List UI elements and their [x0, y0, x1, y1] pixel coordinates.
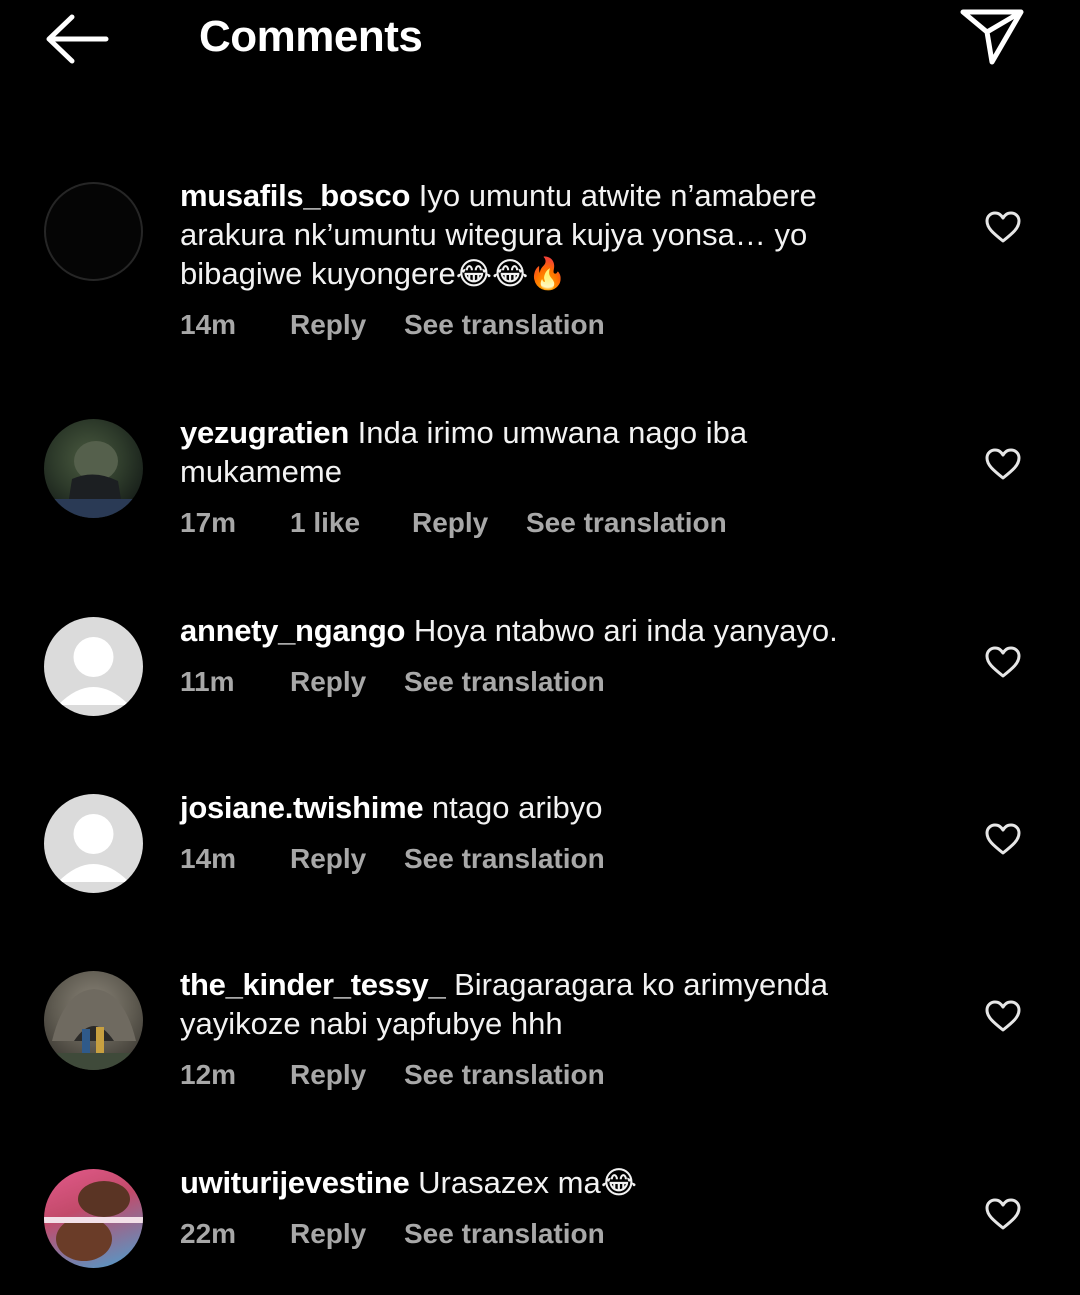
comment-meta: 14m Reply See translation [180, 309, 900, 341]
avatar[interactable] [44, 794, 143, 893]
reply-button[interactable]: Reply [290, 666, 404, 698]
comment-username[interactable]: yezugratien [180, 415, 349, 450]
comment-meta: 17m 1 like Reply See translation [180, 507, 900, 539]
see-translation-button[interactable]: See translation [526, 507, 727, 539]
reply-button[interactable]: Reply [290, 1059, 404, 1091]
header: Comments [0, 0, 1080, 80]
reply-button[interactable]: Reply [290, 843, 404, 875]
heart-icon[interactable] [984, 822, 1022, 856]
avatar[interactable] [44, 182, 143, 281]
avatar-photo [44, 989, 143, 1070]
comment-text: the_kinder_tessy_ Biragaragara ko arimye… [180, 965, 900, 1043]
avatar[interactable] [44, 971, 143, 1070]
comment-time: 12m [180, 1059, 237, 1090]
comment-meta: 22m Reply See translation [180, 1218, 900, 1250]
reply-button[interactable]: Reply [290, 1218, 404, 1250]
back-arrow-icon[interactable] [44, 12, 110, 66]
comment-body: Hoya ntabwo ari inda yanyayo. [413, 613, 838, 648]
comment-text: yezugratien Inda irimo umwana nago iba m… [180, 413, 900, 491]
comment-text: josiane.twishime ntago aribyo [180, 788, 900, 827]
comment-username[interactable]: the_kinder_tessy_ [180, 967, 446, 1002]
see-translation-button[interactable]: See translation [404, 309, 605, 341]
default-avatar-icon [58, 637, 129, 705]
comment-time: 14m [180, 309, 237, 340]
avatar[interactable] [44, 419, 143, 518]
comment-time: 17m [180, 507, 237, 538]
comment-username[interactable]: annety_ngango [180, 613, 405, 648]
comment-body: ntago aribyo [431, 790, 603, 825]
comment-text: uwiturijevestine Urasazex ma😂 [180, 1163, 900, 1202]
likes-count[interactable]: 1 like [290, 507, 412, 539]
comment-time: 14m [180, 843, 237, 874]
heart-icon[interactable] [984, 447, 1022, 481]
comment-text: annety_ngango Hoya ntabwo ari inda yanya… [180, 611, 900, 650]
comment-body: Urasazex ma😂 [418, 1165, 637, 1200]
comment-text: musafils_bosco Iyo umuntu atwite n’amabe… [180, 176, 900, 293]
default-avatar-icon [58, 814, 129, 882]
avatar-photo [44, 441, 143, 518]
heart-icon[interactable] [984, 999, 1022, 1033]
comment-meta: 11m Reply See translation [180, 666, 900, 698]
page-title: Comments [199, 12, 423, 61]
comment-username[interactable]: josiane.twishime [180, 790, 424, 825]
heart-icon[interactable] [984, 1197, 1022, 1231]
see-translation-button[interactable]: See translation [404, 666, 605, 698]
comment-meta: 12m Reply See translation [180, 1059, 900, 1091]
reply-button[interactable]: Reply [290, 309, 404, 341]
see-translation-button[interactable]: See translation [404, 843, 605, 875]
comment-username[interactable]: musafils_bosco [180, 178, 410, 213]
heart-icon[interactable] [984, 210, 1022, 244]
avatar[interactable] [44, 617, 143, 716]
reply-button[interactable]: Reply [412, 507, 526, 539]
avatar[interactable] [44, 1169, 143, 1268]
heart-icon[interactable] [984, 645, 1022, 679]
share-paper-plane-icon[interactable] [958, 6, 1026, 68]
comment-username[interactable]: uwiturijevestine [180, 1165, 410, 1200]
comment-meta: 14m Reply See translation [180, 843, 900, 875]
avatar-photo [44, 1181, 143, 1261]
comment-time: 11m [180, 666, 235, 697]
see-translation-button[interactable]: See translation [404, 1059, 605, 1091]
see-translation-button[interactable]: See translation [404, 1218, 605, 1250]
comment-time: 22m [180, 1218, 237, 1249]
